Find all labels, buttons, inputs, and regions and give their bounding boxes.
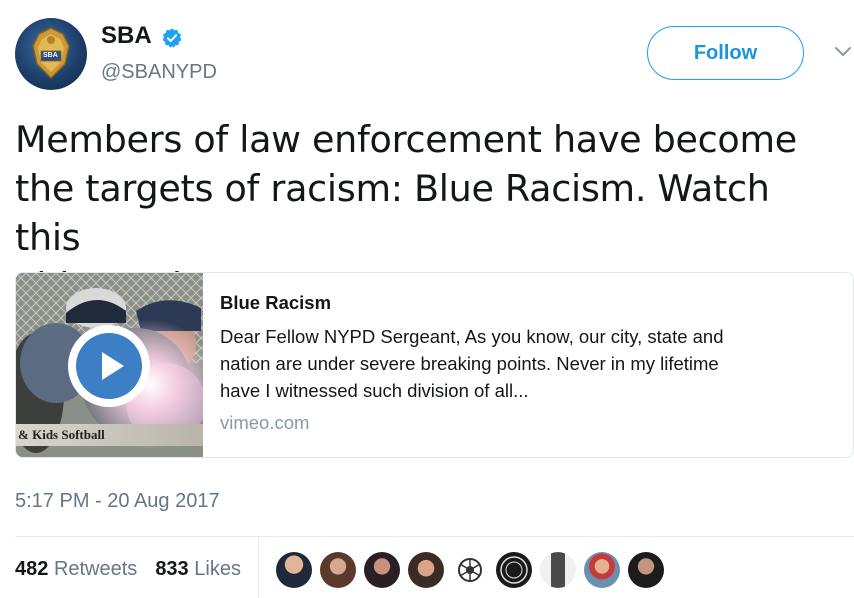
link-card[interactable]: & Kids Softball Blue Racism Dear Fellow … [15, 272, 854, 458]
author-handle[interactable]: @SBANYPD [101, 61, 217, 84]
likes-stat[interactable]: 833 Likes [155, 558, 241, 581]
thumbnail-caption: & Kids Softball [16, 424, 203, 446]
video-thumbnail[interactable]: & Kids Softball [16, 273, 203, 457]
user-avatar-icon[interactable] [276, 552, 312, 588]
card-description: Dear Fellow NYPD Sergeant, As you know, … [220, 323, 840, 404]
logo-avatar-icon[interactable] [496, 552, 532, 588]
likes-count: 833 [155, 558, 189, 580]
author-name[interactable]: SBA [101, 22, 152, 50]
marine-emblem-icon[interactable] [452, 552, 488, 588]
tweet-timestamp[interactable]: 5:17 PM - 20 Aug 2017 [15, 490, 220, 513]
divider [15, 536, 854, 537]
card-description-line: have I witnessed such division of all... [220, 380, 529, 401]
stats-separator [258, 537, 259, 598]
liker-avatars [276, 552, 664, 588]
thumbnail-caption-prefix: & [18, 427, 33, 442]
retweets-label: Retweets [53, 558, 138, 580]
play-icon [102, 352, 124, 380]
tweet-text-line: the targets of racism: Blue Racism. Watc… [15, 167, 770, 259]
tweet-stats: 482 Retweets 833 Likes [15, 558, 241, 581]
follow-button[interactable]: Follow [647, 26, 804, 80]
thumbnail-caption-text: Kids Softball [32, 427, 105, 442]
verified-badge-icon [162, 28, 182, 48]
card-description-line: Dear Fellow NYPD Sergeant, As you know, … [220, 326, 724, 347]
avatar-badge-text: SBA [43, 52, 58, 59]
user-avatar-icon[interactable] [364, 552, 400, 588]
card-title[interactable]: Blue Racism [220, 291, 840, 315]
tweet-header: SBA SBA @SBANYPD Follow [15, 15, 854, 95]
play-button[interactable] [68, 325, 150, 407]
chevron-down-icon[interactable] [833, 41, 853, 61]
retweets-count: 482 [15, 558, 49, 580]
user-avatar-icon[interactable] [320, 552, 356, 588]
author-avatar[interactable]: SBA [15, 18, 87, 90]
card-domain[interactable]: vimeo.com [220, 412, 840, 434]
user-avatar-icon[interactable] [408, 552, 444, 588]
card-body: Blue Racism Dear Fellow NYPD Sergeant, A… [220, 291, 840, 434]
user-avatar-icon[interactable] [628, 552, 664, 588]
likes-label: Likes [194, 558, 241, 580]
retweets-stat[interactable]: 482 Retweets [15, 558, 137, 581]
user-avatar-icon[interactable] [584, 552, 620, 588]
tweet-text-line: Members of law enforcement have become [15, 118, 797, 161]
user-avatar-icon[interactable] [540, 552, 576, 588]
card-description-line: nation are under severe breaking points.… [220, 353, 719, 374]
